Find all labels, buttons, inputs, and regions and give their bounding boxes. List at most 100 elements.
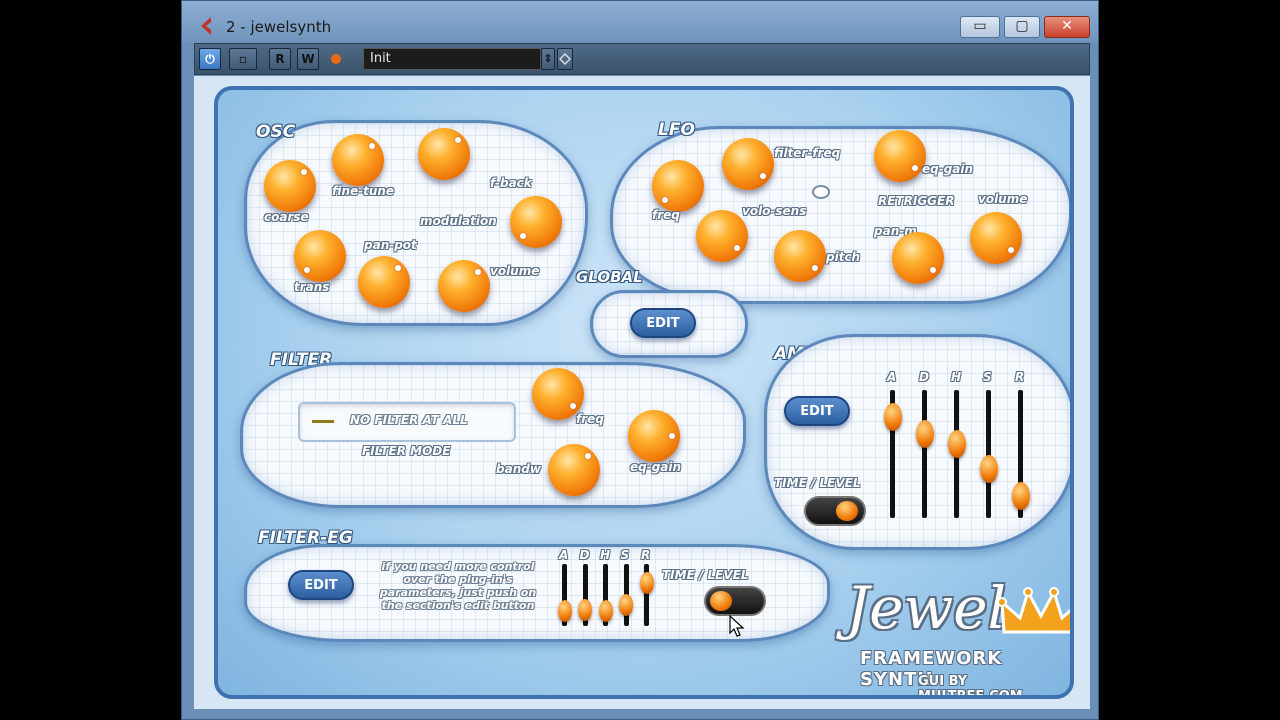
retrigger-label: RETRIGGER (878, 194, 955, 208)
filter-eg-a-label: A (559, 548, 569, 562)
lfo-eq-gain-label: eq-gain (922, 162, 974, 176)
osc-volume-knob[interactable] (438, 260, 490, 312)
crown-icon (998, 587, 1070, 634)
filter-mode-label: FILTER MODE (362, 444, 451, 458)
modulation-label: modulation (420, 214, 497, 228)
coarse-label: coarse (264, 210, 309, 224)
close-icon: ✕ (1061, 18, 1073, 34)
jewel-synth-panel: OSC coarse fine-tune modulation f-back t… (214, 86, 1074, 699)
lfo-title: LFO (658, 120, 695, 140)
filter-eq-gain-knob[interactable] (628, 410, 680, 462)
preset-name-field[interactable]: Init (363, 48, 541, 70)
filter-mode-display[interactable]: NO FILTER AT ALL (298, 402, 516, 442)
lfo-freq-knob[interactable] (652, 160, 704, 212)
preset-scroll-button[interactable]: ⇕ (541, 48, 555, 70)
fine-tune-knob[interactable] (332, 134, 384, 186)
filter-mode-indicator (312, 420, 334, 423)
global-title: GLOBAL (576, 268, 643, 286)
lfo-pitch-knob[interactable] (774, 230, 826, 282)
filter-eg-d-label: D (579, 548, 590, 562)
amp-s-slider-track[interactable] (986, 390, 991, 518)
filter-mode-value: NO FILTER AT ALL (350, 413, 468, 427)
amp-s-slider-thumb[interactable] (979, 455, 998, 483)
lfo-eq-gain-knob[interactable] (874, 130, 926, 182)
amp-s-label: S (983, 370, 992, 384)
write-label: W (301, 52, 315, 66)
help-note: if you need more control over the plug-i… (379, 560, 537, 612)
retrigger-toggle[interactable] (812, 185, 830, 199)
amp-d-label: D (919, 370, 929, 384)
fine-tune-label: fine-tune (332, 184, 395, 198)
amp-r-label: R (1015, 370, 1025, 384)
window-title: 2 - jewelsynth (226, 18, 332, 36)
filter-eg-edit-button[interactable]: EDIT (288, 570, 354, 600)
filter-eg-s-slider-thumb[interactable] (619, 594, 633, 616)
preset-diamond-icon (558, 52, 572, 66)
amp-edit-button[interactable]: EDIT (784, 396, 850, 426)
filter-eg-time-level-toggle[interactable] (704, 586, 766, 616)
amp-r-slider-thumb[interactable] (1011, 482, 1030, 510)
maximize-button[interactable]: ▢ (1004, 16, 1040, 38)
filter-eg-toggle-knob (710, 591, 732, 611)
read-automation-button[interactable]: R (269, 48, 291, 70)
plugin-editor-frame: OSC coarse fine-tune modulation f-back t… (194, 76, 1090, 709)
lfo-filter-freq-label: filter-freq (774, 146, 841, 160)
coarse-knob[interactable] (264, 160, 316, 212)
amp-h-slider-thumb[interactable] (947, 430, 966, 458)
logo-credit: GUI BY MULTREE.COM (918, 674, 1023, 699)
amp-time-level-toggle[interactable] (804, 496, 866, 526)
minimize-button[interactable]: ▭ (960, 16, 1000, 38)
read-label: R (275, 52, 285, 66)
plugin-window: 2 - jewelsynth ▭ ▢ ✕ ⏻ ▫ R W Init ⇕ OSC … (181, 0, 1099, 720)
close-button[interactable]: ✕ (1044, 16, 1090, 38)
bandw-knob[interactable] (548, 444, 600, 496)
amp-toggle-knob (836, 501, 858, 521)
lfo-freq-label: freq (652, 208, 680, 222)
filter-eg-r-slider-thumb[interactable] (639, 572, 654, 594)
lfo-filter-freq-knob[interactable] (722, 138, 774, 190)
amp-d-slider-thumb[interactable] (915, 420, 934, 448)
power-icon: ⏻ (205, 52, 215, 66)
f-back-knob[interactable] (510, 196, 562, 248)
volo-sens-label: volo-sens (742, 204, 807, 218)
amp-a-label: A (887, 370, 897, 384)
filter-freq-label: freq (576, 412, 604, 426)
f-back-label: f-back (490, 176, 532, 190)
amp-d-slider-track[interactable] (922, 390, 927, 518)
osc-volume-label: volume (490, 264, 540, 278)
power-button[interactable]: ⏻ (199, 48, 221, 70)
title-bar[interactable]: 2 - jewelsynth ▭ ▢ ✕ (182, 1, 1098, 43)
filter-eg-time-level-label: TIME / LEVEL (662, 568, 749, 582)
lfo-volume-knob[interactable] (970, 212, 1022, 264)
volo-sens-knob[interactable] (696, 210, 748, 262)
filter-eg-a-slider-thumb[interactable] (557, 600, 572, 622)
bypass-button[interactable]: ▫ (229, 48, 257, 70)
pan-pot-label: pan-pot (364, 238, 417, 252)
write-automation-button[interactable]: W (297, 48, 319, 70)
jewel-logo: Jewel (846, 574, 1007, 642)
filter-eg-h-label: H (600, 548, 611, 562)
amp-h-label: H (951, 370, 962, 384)
filter-eg-h-slider-thumb[interactable] (598, 600, 613, 622)
maximize-icon: ▢ (1015, 18, 1029, 34)
minimize-icon: ▭ (973, 18, 987, 34)
plugin-toolbar: ⏻ ▫ R W Init ⇕ (194, 43, 1090, 75)
global-edit-button[interactable]: EDIT (630, 308, 696, 338)
filter-eg-s-label: S (620, 548, 630, 562)
bandw-label: bandw (496, 462, 541, 476)
filter-eq-gain-label: eq-gain (630, 460, 682, 474)
up-down-arrows-icon: ⇕ (543, 52, 553, 65)
filter-eg-r-label: R (641, 548, 651, 562)
preset-menu-button[interactable] (557, 48, 573, 70)
mouse-pointer-icon (729, 614, 745, 637)
trans-label: trans (294, 280, 330, 294)
pan-m-knob[interactable] (892, 232, 944, 284)
lfo-pitch-label: pitch (826, 250, 861, 264)
pan-pot-knob[interactable] (358, 256, 410, 308)
osc-title: OSC (256, 122, 296, 142)
modulation-knob[interactable] (418, 128, 470, 180)
cubase-icon (201, 17, 211, 35)
amp-a-slider-thumb[interactable] (883, 403, 902, 431)
trans-knob[interactable] (294, 230, 346, 282)
bypass-icon: ▫ (238, 52, 248, 66)
